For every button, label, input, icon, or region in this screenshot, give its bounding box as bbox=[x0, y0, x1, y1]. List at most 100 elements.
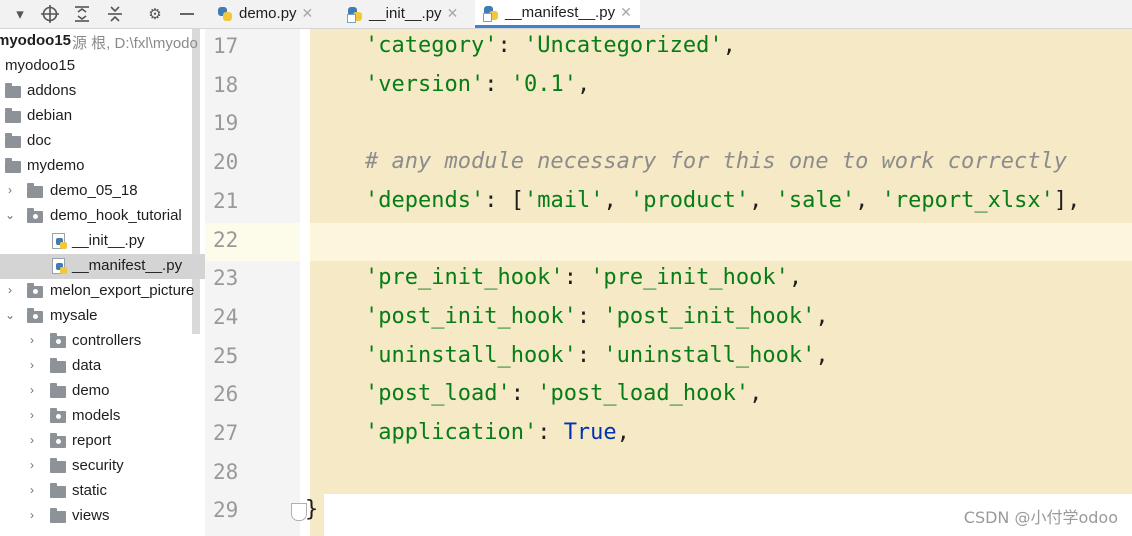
code-line[interactable]: 19 bbox=[205, 106, 1132, 144]
chevron-right-icon[interactable]: › bbox=[26, 358, 38, 372]
folder-icon bbox=[27, 183, 43, 198]
tree-item-label: myodoo15 bbox=[5, 57, 76, 74]
line-number: 21 bbox=[213, 188, 239, 213]
chevron-right-icon[interactable]: › bbox=[26, 458, 38, 472]
code-line[interactable]: 22 bbox=[205, 223, 1132, 261]
tree-item-label: addons bbox=[27, 82, 77, 99]
code-line[interactable]: 28 bbox=[205, 455, 1132, 493]
tree-item-doc[interactable]: doc bbox=[0, 129, 205, 154]
package-folder-icon bbox=[27, 308, 43, 323]
close-icon[interactable]: ✕ bbox=[302, 5, 314, 22]
code-line[interactable]: 24 'post_init_hook': 'post_init_hook', bbox=[205, 300, 1132, 338]
code-text: 'uninstall_hook': 'uninstall_hook', bbox=[365, 343, 829, 368]
chevron-right-icon[interactable]: › bbox=[26, 508, 38, 522]
chevron-down-icon[interactable]: ▾ bbox=[10, 4, 30, 24]
tree-item-mysale[interactable]: ⌄ mysale bbox=[0, 304, 205, 329]
tree-item-controllers[interactable]: › controllers bbox=[0, 329, 205, 354]
chevron-right-icon[interactable]: › bbox=[26, 408, 38, 422]
code-line[interactable]: 26 'post_load': 'post_load_hook', bbox=[205, 377, 1132, 415]
folder-icon bbox=[50, 483, 66, 498]
gear-icon[interactable]: ⚙ bbox=[145, 4, 165, 24]
tree-item-debian[interactable]: debian bbox=[0, 104, 205, 129]
tree-item-init-py[interactable]: __init__.py bbox=[0, 229, 205, 254]
chevron-right-icon[interactable]: › bbox=[4, 283, 16, 297]
tree-item-demo-hook-tutorial[interactable]: ⌄ demo_hook_tutorial bbox=[0, 204, 205, 229]
code-token: , bbox=[855, 187, 882, 213]
code-token: , bbox=[815, 303, 829, 329]
crosshair-icon[interactable] bbox=[40, 4, 60, 24]
tree-item-label: melon_export_picture bbox=[50, 282, 195, 299]
tree-item-mydemo[interactable]: mydemo bbox=[0, 154, 205, 179]
tree-item-label: demo_05_18 bbox=[50, 182, 138, 199]
line-number: 18 bbox=[213, 72, 239, 97]
tree-item-report[interactable]: › report bbox=[0, 429, 205, 454]
code-token: 'uninstall_hook' bbox=[365, 342, 577, 368]
folder-icon bbox=[5, 83, 21, 98]
collapse-all-icon[interactable] bbox=[105, 4, 125, 24]
tab-demo-py[interactable]: demo.py ✕ bbox=[217, 0, 313, 27]
tab-manifest-py[interactable]: __manifest__.py ✕ bbox=[475, 0, 640, 28]
tree-item-myodoo15[interactable]: myodoo15 bbox=[0, 54, 205, 79]
line-number: 25 bbox=[213, 343, 239, 368]
root-label: myodoo15 bbox=[0, 32, 72, 49]
tab-label: demo.py bbox=[239, 5, 297, 22]
tree-item-demo-05-18[interactable]: › demo_05_18 bbox=[0, 179, 205, 204]
project-tree: myodoo15 源 根, D:\fxl\myodo myodoo15 addo… bbox=[0, 29, 205, 536]
python-file-icon bbox=[347, 6, 363, 23]
code-token: : [ bbox=[484, 187, 524, 213]
code-token: 'Uncategorized' bbox=[523, 33, 723, 58]
code-token: 'version' bbox=[365, 71, 485, 97]
chevron-right-icon[interactable]: › bbox=[26, 483, 38, 497]
tree-item-label: demo bbox=[72, 382, 110, 399]
tree-item-manifest-py[interactable]: __manifest__.py bbox=[0, 254, 205, 279]
code-token: : bbox=[576, 303, 604, 329]
chevron-right-icon[interactable]: › bbox=[4, 183, 16, 197]
code-line[interactable]: 20 # any module necessary for this one to… bbox=[205, 145, 1132, 183]
minimize-icon[interactable] bbox=[177, 4, 197, 24]
tree-item-security[interactable]: › security bbox=[0, 454, 205, 479]
tree-item-label: static bbox=[72, 482, 108, 499]
folder-icon bbox=[50, 358, 66, 373]
code-editor[interactable]: 17 'category': 'Uncategorized', 18 'version… bbox=[205, 29, 1132, 536]
code-token: 'report_xlsx' bbox=[881, 187, 1054, 213]
chevron-down-icon[interactable]: ⌄ bbox=[4, 308, 16, 322]
code-line[interactable]: 18 'version': '0.1', bbox=[205, 68, 1132, 106]
line-number: 22 bbox=[213, 227, 239, 252]
chevron-right-icon[interactable]: › bbox=[26, 433, 38, 447]
line-number: 23 bbox=[213, 266, 239, 291]
tree-item-melon-export-picture[interactable]: › melon_export_picture bbox=[0, 279, 205, 304]
tree-item-views[interactable]: › views bbox=[0, 504, 205, 529]
chevron-right-icon[interactable]: › bbox=[26, 333, 38, 347]
folder-icon bbox=[50, 458, 66, 473]
tree-item-demo[interactable]: › demo bbox=[0, 379, 205, 404]
code-token: } bbox=[305, 497, 319, 523]
code-line[interactable]: 25 'uninstall_hook': 'uninstall_hook', bbox=[205, 339, 1132, 377]
line-number: 26 bbox=[213, 382, 239, 407]
close-icon[interactable]: ✕ bbox=[447, 5, 459, 22]
chevron-down-icon[interactable]: ⌄ bbox=[4, 208, 16, 222]
code-token: '0.1' bbox=[510, 71, 577, 97]
tree-item-static[interactable]: › static bbox=[0, 479, 205, 504]
code-token: 'depends' bbox=[365, 187, 485, 213]
chevron-right-icon[interactable]: › bbox=[26, 383, 38, 397]
tree-root[interactable]: myodoo15 源 根, D:\fxl\myodo bbox=[0, 29, 205, 54]
tree-item-data[interactable]: › data bbox=[0, 354, 205, 379]
code-line[interactable]: 27 'application': True, bbox=[205, 416, 1132, 454]
expand-all-icon[interactable] bbox=[72, 4, 92, 24]
tab-init-py[interactable]: __init__.py ✕ bbox=[347, 0, 458, 27]
code-line[interactable]: 21 'depends': ['mail', 'product', 'sale',… bbox=[205, 184, 1132, 222]
code-token: True bbox=[563, 420, 617, 445]
package-folder-icon bbox=[50, 408, 66, 423]
tree-item-addons[interactable]: addons bbox=[0, 79, 205, 104]
code-text: 'version': '0.1', bbox=[365, 72, 590, 97]
tree-item-label: report bbox=[72, 432, 112, 449]
code-token: 'product' bbox=[629, 187, 750, 213]
code-line[interactable]: 23 'pre_init_hook': 'pre_init_hook', bbox=[205, 261, 1132, 299]
close-icon[interactable]: ✕ bbox=[620, 4, 632, 21]
code-token: 'pre_init_hook' bbox=[365, 265, 564, 291]
code-token: , bbox=[603, 187, 630, 213]
code-line[interactable]: 17 'category': 'Uncategorized', bbox=[205, 29, 1132, 67]
code-token: 'uninstall_hook' bbox=[603, 342, 816, 368]
tree-item-models[interactable]: › models bbox=[0, 404, 205, 429]
tab-label: __manifest__.py bbox=[505, 4, 616, 21]
